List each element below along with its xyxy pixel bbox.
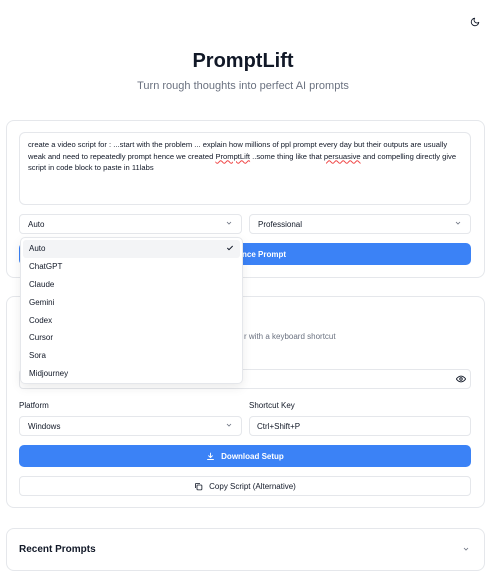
app-title: PromptLift [192,50,294,72]
download-setup-button[interactable]: Download Setup [19,445,471,467]
chevron-down-icon [454,219,462,229]
option-label: Codex [29,315,53,325]
option-label: Gemini [29,297,55,307]
tone-select-value: Professional [258,219,303,229]
chevron-down-icon [225,219,233,229]
chevron-down-icon[interactable] [462,545,470,555]
dropdown-option-midjourney[interactable]: Midjourney [23,365,240,383]
dropdown-option-codex[interactable]: Codex [23,311,240,329]
prompt-text-misspelled: persuasive [323,151,361,161]
dropdown-option-claude[interactable]: Claude [23,276,240,294]
copy-icon [195,482,203,490]
prompt-textarea[interactable]: create a video script for : ...start wit… [19,132,471,205]
moon-icon [470,17,480,27]
option-label: Cursor [29,333,54,343]
tone-select[interactable]: Professional [249,214,471,234]
dropdown-option-gemini[interactable]: Gemini [23,293,240,311]
model-select-value: Auto [28,219,45,229]
download-icon [207,452,215,460]
shortcut-key-label: Shortcut Key [249,401,295,410]
shortcut-key-input[interactable]: Ctrl+Shift+P [249,416,471,436]
app-subtitle: Turn rough thoughts into perfect AI prom… [137,80,349,92]
dropdown-option-cursor[interactable]: Cursor [23,329,240,347]
dropdown-option-chatgpt[interactable]: ChatGPT [23,258,240,276]
option-label: Claude [29,279,55,289]
recent-prompts-title: Recent Prompts [19,544,96,555]
prompt-text-misspelled: PromptLift [215,151,251,161]
setup-description: r with a keyboard shortcut [244,332,336,341]
copy-button-label: Copy Script (Alternative) [209,481,296,491]
model-dropdown-menu: Auto ChatGPT Claude Gemini Codex Cursor … [20,237,243,384]
chevron-down-icon [225,421,233,431]
option-label: Midjourney [29,368,69,378]
eye-icon[interactable] [455,375,467,383]
copy-script-button[interactable]: Copy Script (Alternative) [19,476,471,496]
platform-label: Platform [19,401,49,410]
enhance-button-label: nce Prompt [241,249,286,259]
platform-select-value: Windows [28,421,61,431]
dropdown-option-auto[interactable]: Auto [23,240,240,258]
check-icon [226,244,234,254]
option-label: Sora [29,351,46,361]
option-label: Auto [29,244,46,254]
dropdown-option-sora[interactable]: Sora [23,347,240,365]
model-select[interactable]: Auto [19,214,242,234]
download-button-label: Download Setup [221,451,284,461]
option-label: ChatGPT [29,262,63,272]
theme-toggle-button[interactable] [468,15,482,29]
platform-select[interactable]: Windows [19,416,242,436]
prompt-text: ..some thing like that [250,151,324,161]
